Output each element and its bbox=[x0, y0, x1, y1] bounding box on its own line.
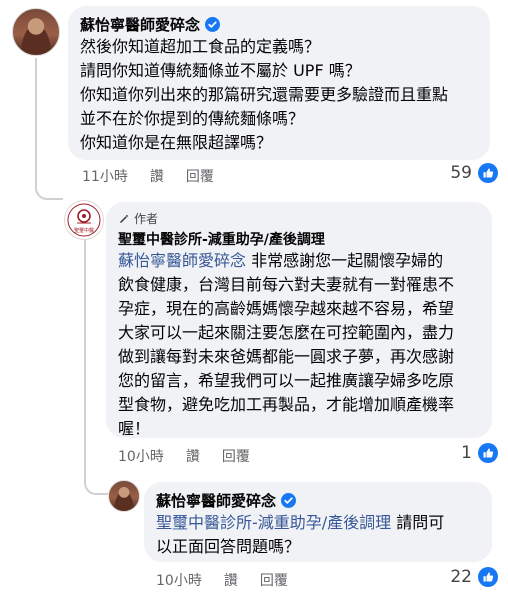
mention-tag[interactable]: 聖璽中醫診所-減重助孕/產後調理 bbox=[156, 513, 391, 532]
reaction-count: 22 bbox=[450, 567, 472, 587]
reply-line-text: 請問可 bbox=[391, 513, 445, 532]
comment-actions: 11小時 讚 回覆 bbox=[82, 166, 214, 186]
timestamp[interactable]: 10小時 bbox=[156, 570, 202, 590]
author-badge: 作者 bbox=[118, 210, 480, 227]
thread-line bbox=[84, 238, 108, 495]
thumbs-up-icon bbox=[478, 443, 498, 463]
reply-line: 喔！ bbox=[118, 419, 151, 438]
avatar[interactable] bbox=[12, 8, 60, 56]
reply-button[interactable]: 回覆 bbox=[222, 446, 250, 466]
thread-line bbox=[35, 58, 63, 200]
comment-text: 然後你知道超加工食品的定義嗎？ 請問你知道傳統麵條並不屬於 UPF 嗎？ 你知道… bbox=[80, 35, 478, 155]
author-name[interactable]: 蘇怡寧醫師愛碎念 bbox=[156, 490, 276, 511]
like-button[interactable]: 讚 bbox=[150, 166, 164, 186]
reaction-summary[interactable]: 59 bbox=[450, 163, 498, 183]
thumbs-up-icon bbox=[478, 567, 498, 587]
reply-button[interactable]: 回覆 bbox=[186, 166, 214, 186]
reply-bubble: 作者 聖璽中醫診所-減重助孕/產後調理 蘇怡寧醫師愛碎念 非常感謝您一起關懷孕婦… bbox=[106, 202, 492, 438]
reply-author[interactable]: 聖璽中醫診所-減重助孕/產後調理 bbox=[118, 229, 480, 249]
comment-author[interactable]: 蘇怡寧醫師愛碎念 bbox=[80, 14, 478, 35]
comment-line: 請問你知道傳統麵條並不屬於 UPF 嗎？ bbox=[80, 61, 361, 80]
author-name[interactable]: 聖璽中醫診所-減重助孕/產後調理 bbox=[118, 229, 325, 249]
comment-line: 你知道你是在無限超譯嗎？ bbox=[80, 133, 273, 152]
reply-line: 做到讓每對未來爸媽都能一圓求子夢，再次感謝 bbox=[118, 347, 455, 366]
reply-text: 蘇怡寧醫師愛碎念 非常感謝您一起關懷孕婦的 飲食健康，台灣目前每六對夫妻就有一對… bbox=[118, 249, 480, 441]
reply-actions: 10小時 讚 回覆 bbox=[156, 570, 288, 590]
reaction-count: 1 bbox=[461, 443, 472, 463]
verified-badge-icon bbox=[281, 493, 297, 508]
comment-line: 並不在於你提到的傳統麵條嗎？ bbox=[80, 109, 305, 128]
reply-line: 孕症，現在的高齡媽媽懷孕越來越不容易，希望 bbox=[118, 299, 455, 318]
timestamp[interactable]: 11小時 bbox=[82, 166, 128, 186]
mention-tag[interactable]: 蘇怡寧醫師愛碎念 bbox=[118, 251, 246, 270]
reply-text: 聖璽中醫診所-減重助孕/產後調理 請問可 以正面回答問題嗎？ bbox=[156, 511, 480, 559]
reply-author[interactable]: 蘇怡寧醫師愛碎念 bbox=[156, 490, 480, 511]
thumbs-up-icon bbox=[478, 163, 498, 183]
verified-badge-icon bbox=[205, 17, 221, 32]
reply-line: 飲食健康，台灣目前每六對夫妻就有一對罹患不 bbox=[118, 275, 455, 294]
reply-line: 以正面回答問題嗎？ bbox=[156, 537, 301, 556]
reply-line: 大家可以一起來關注要怎麼在可控範圍內，盡力 bbox=[118, 323, 455, 342]
avatar[interactable] bbox=[108, 480, 140, 512]
reaction-count: 59 bbox=[450, 163, 472, 183]
pencil-icon bbox=[120, 214, 129, 223]
comment-bubble: 蘇怡寧醫師愛碎念 然後你知道超加工食品的定義嗎？ 請問你知道傳統麵條並不屬於 U… bbox=[68, 6, 490, 160]
reply-line-text: 非常感謝您一起關懷孕婦的 bbox=[246, 251, 444, 270]
reply-bubble: 蘇怡寧醫師愛碎念 聖璽中醫診所-減重助孕/產後調理 請問可 以正面回答問題嗎？ bbox=[144, 482, 492, 562]
like-button[interactable]: 讚 bbox=[186, 446, 200, 466]
reply-line: 型食物，避免吃加工再製品，才能增加順產機率 bbox=[118, 395, 455, 414]
author-badge-label: 作者 bbox=[134, 212, 159, 226]
reply-line: 蘇怡寧醫師愛碎念 非常感謝您一起關懷孕婦的 bbox=[118, 249, 480, 273]
timestamp[interactable]: 10小時 bbox=[118, 446, 164, 466]
reply-line: 聖璽中醫診所-減重助孕/產後調理 請問可 bbox=[156, 511, 480, 535]
comment-line: 你知道你列出來的那篇研究還需要更多驗證而且重點 bbox=[80, 85, 449, 104]
reply-line: 您的留言，希望我們可以一起推廣讓孕婦多吃原 bbox=[118, 371, 455, 390]
comment-line: 然後你知道超加工食品的定義嗎？ bbox=[80, 37, 321, 56]
reply-button[interactable]: 回覆 bbox=[260, 570, 288, 590]
like-button[interactable]: 讚 bbox=[224, 570, 238, 590]
reaction-summary[interactable]: 22 bbox=[450, 567, 498, 587]
reply-actions: 10小時 讚 回覆 bbox=[118, 446, 250, 466]
author-name[interactable]: 蘇怡寧醫師愛碎念 bbox=[80, 14, 200, 35]
page-logo[interactable]: 聖璽中醫 bbox=[64, 200, 104, 240]
logo-text: 聖璽中醫 bbox=[73, 228, 94, 234]
reaction-summary[interactable]: 1 bbox=[461, 443, 498, 463]
